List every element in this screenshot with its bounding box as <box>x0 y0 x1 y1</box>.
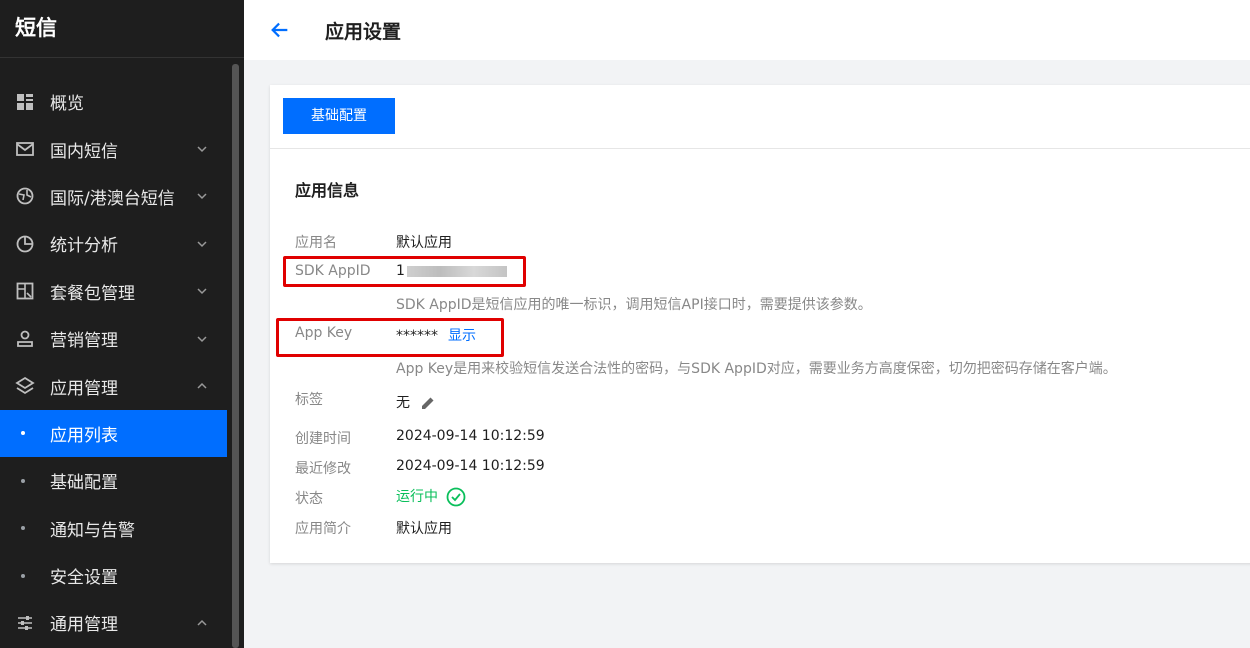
sidebar-item-label: 国内短信 <box>50 141 118 162</box>
sidebar-item-label: 安全设置 <box>50 568 118 589</box>
sidebar-item-international-sms[interactable]: 国际/港澳台短信 <box>0 173 231 220</box>
status-text: 运行中 <box>396 489 438 505</box>
chevron-down-icon <box>197 241 207 247</box>
sidebar-item-label: 基础配置 <box>50 473 118 494</box>
chevron-up-icon <box>197 619 207 626</box>
bullet-icon <box>21 431 25 436</box>
tag-label: 标签 <box>295 392 323 408</box>
sidebar-scrollbar[interactable] <box>232 64 239 648</box>
sidebar-item-statistics[interactable]: 统计分析 <box>0 220 231 267</box>
back-arrow-icon[interactable] <box>268 18 292 42</box>
sidebar-item-domestic-sms[interactable]: 国内短信 <box>0 125 231 172</box>
mail-icon <box>15 139 35 159</box>
sdk-appid-hint: SDK AppID是短信应用的唯一标识，调用短信API接口时，需要提供该参数。 <box>396 297 872 313</box>
status-label: 状态 <box>295 491 323 507</box>
sidebar-item-label: 应用列表 <box>50 425 118 446</box>
sidebar-item-label: 统计分析 <box>50 236 118 257</box>
app-name-value: 默认应用 <box>396 235 452 251</box>
sidebar-item-marketing[interactable]: 营销管理 <box>0 315 231 362</box>
tag-text: 无 <box>396 395 410 411</box>
sidebar-item-label: 概览 <box>50 94 84 115</box>
chevron-up-icon <box>197 382 207 389</box>
tab-bar: 基础配置 <box>270 85 1250 149</box>
layers-icon <box>15 376 35 396</box>
chevron-down-icon <box>197 146 207 153</box>
sidebar-item-label: 营销管理 <box>50 331 118 352</box>
sidebar-item-overview[interactable]: 概览 <box>0 78 231 125</box>
status-value: 运行中 <box>396 486 466 507</box>
chevron-down-icon <box>197 288 207 295</box>
sidebar-item-label: 应用管理 <box>50 378 118 399</box>
bullet-icon <box>21 526 25 531</box>
sidebar-item-app-management[interactable]: 应用管理 <box>0 362 231 409</box>
sidebar-title: 短信 <box>0 0 244 58</box>
tag-value: 无 <box>396 392 436 412</box>
created-label: 创建时间 <box>295 431 351 447</box>
app-key-hint: App Key是用来校验短信发送合法性的密码，与SDK AppID对应，需要业务… <box>396 361 1117 377</box>
page-title: 应用设置 <box>325 20 402 43</box>
sidebar-item-label: 国际/港澳台短信 <box>50 188 175 209</box>
sidebar: 短信 概览 国内短信 国际/港澳台短信 统计分析 套餐包管理 营销管理 应用管理… <box>0 0 244 648</box>
sidebar-item-app-list[interactable]: 应用列表 <box>0 409 227 458</box>
check-circle-icon <box>447 487 466 507</box>
sidebar-menu: 概览 国内短信 国际/港澳台短信 统计分析 套餐包管理 营销管理 应用管理 应用… <box>0 78 231 647</box>
chevron-down-icon <box>197 336 207 342</box>
sidebar-item-security[interactable]: 安全设置 <box>0 552 231 599</box>
tab-basic-config[interactable]: 基础配置 <box>283 98 395 134</box>
highlight-box-sdk-appid <box>283 256 526 287</box>
section-title: 应用信息 <box>295 181 360 200</box>
app-name-label: 应用名 <box>295 235 337 251</box>
highlight-box-app-key <box>276 318 504 357</box>
grid-icon <box>15 92 35 112</box>
sidebar-item-general[interactable]: 通用管理 <box>0 599 231 646</box>
bullet-icon <box>21 478 25 483</box>
modified-value: 2024-09-14 10:12:59 <box>396 458 545 474</box>
page-header: 应用设置 <box>244 0 1250 60</box>
sidebar-item-label: 套餐包管理 <box>50 283 135 304</box>
sidebar-item-label: 通用管理 <box>50 615 118 636</box>
sidebar-item-notifications[interactable]: 通知与告警 <box>0 505 231 552</box>
bullet-icon <box>21 573 25 578</box>
sidebar-item-package[interactable]: 套餐包管理 <box>0 268 231 315</box>
pie-chart-icon <box>15 234 35 254</box>
created-value: 2024-09-14 10:12:59 <box>396 428 545 444</box>
intro-label: 应用简介 <box>295 521 351 537</box>
sliders-icon <box>15 613 35 633</box>
intro-value: 默认应用 <box>396 521 452 537</box>
globe-icon <box>15 186 35 206</box>
sidebar-item-label: 通知与告警 <box>50 520 135 541</box>
package-icon <box>15 281 35 301</box>
pencil-icon[interactable] <box>420 395 436 411</box>
user-icon <box>15 329 35 349</box>
chevron-down-icon <box>197 193 207 200</box>
modified-label: 最近修改 <box>295 461 351 477</box>
sidebar-item-basic-config[interactable]: 基础配置 <box>0 457 231 504</box>
